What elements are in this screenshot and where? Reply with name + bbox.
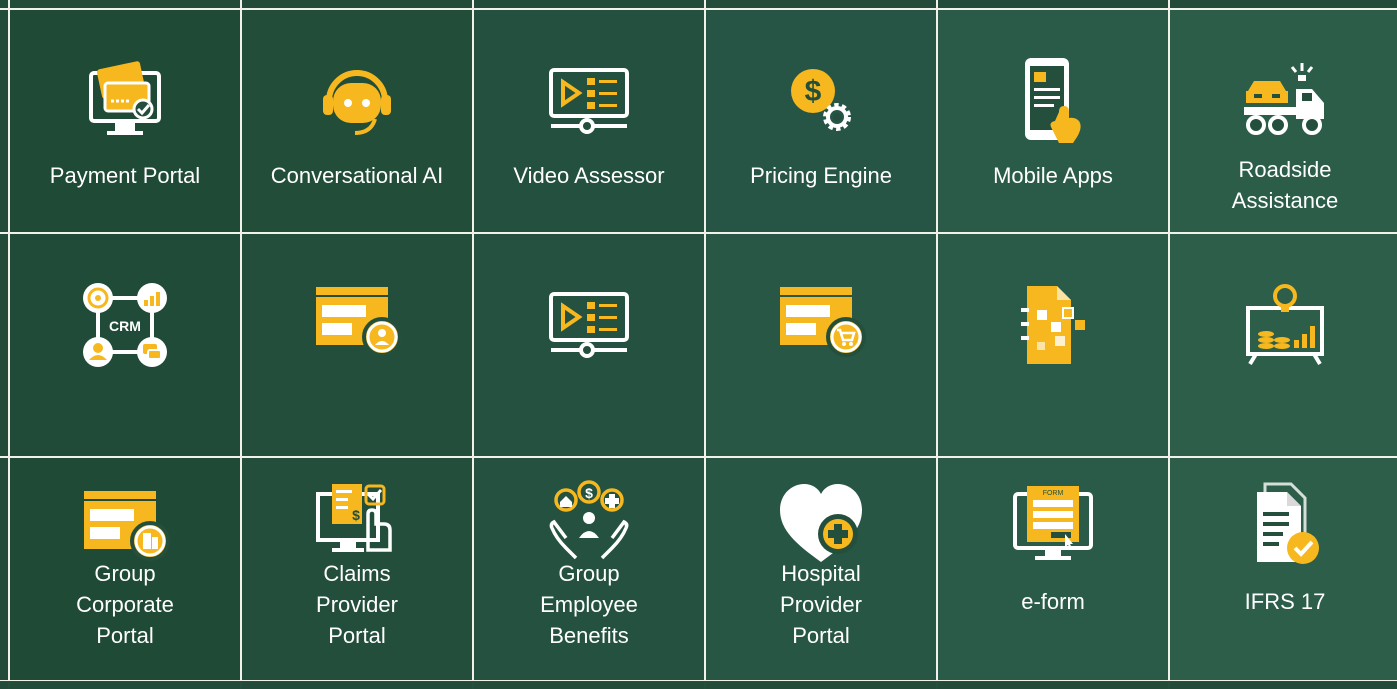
tile-label-line: Group — [558, 561, 620, 586]
tile-group-employee-benefits[interactable]: $ Group Employee Benefits — [474, 458, 704, 680]
tile-group-corporate-portal[interactable]: Group Corporate Portal — [10, 458, 240, 680]
tile-consumer-portal[interactable]: Consumer Portal — [242, 234, 472, 646]
tile-label-line: e-form — [1021, 589, 1085, 614]
ifrs17-icon — [1240, 478, 1330, 568]
tile-label-line: Hospital — [781, 561, 861, 586]
tile-e-form[interactable]: FORM e-form — [938, 458, 1168, 680]
tile-label-line: Pricing Engine — [750, 163, 892, 188]
tile-label-line: Provider — [780, 592, 862, 617]
marvel-ai-icon — [1008, 280, 1098, 370]
svg-text:FORM: FORM — [1043, 490, 1064, 497]
tile-customer-relationship[interactable]: CRM CustomerRelationship — [10, 234, 240, 662]
claims-provider-portal-icon: $ — [312, 478, 402, 568]
video-assessor-icon — [544, 56, 634, 146]
tile-mobile-apps[interactable]: Mobile Apps — [938, 10, 1168, 232]
tile-label: IFRS 17 — [1178, 586, 1392, 617]
tile-roadside-assistance[interactable]: Roadside Assistance — [1170, 10, 1397, 232]
tile-label: Mobile Apps — [946, 160, 1160, 191]
document-management-icon — [1240, 280, 1330, 370]
tile-label: Group Employee Benefits — [482, 558, 696, 651]
tile-label: Video Assessor — [482, 160, 696, 191]
tile-label-line: Roadside — [1238, 157, 1332, 182]
tile-label-line: Employee — [540, 592, 638, 617]
tile-label-line: Benefits — [549, 623, 629, 648]
hospital-provider-portal-icon — [776, 478, 866, 568]
tile-channel-portal[interactable]: Channel Portal — [474, 234, 704, 646]
tile-label: Pricing Engine — [714, 160, 928, 191]
crm-icon: CRM — [80, 280, 170, 370]
tile-customer-portal[interactable]: Customer Portal — [706, 234, 936, 646]
customer-portal-icon — [776, 280, 866, 370]
tile-label-line: Portal — [96, 623, 154, 648]
svg-text:CRM: CRM — [109, 318, 141, 334]
tile-label: Conversational AI — [250, 160, 464, 191]
payment-portal-icon — [80, 56, 170, 146]
tile-label-line: Video Assessor — [513, 163, 665, 188]
tile-label-line: Provider — [316, 592, 398, 617]
tile-payment-portal[interactable]: Payment Portal — [10, 10, 240, 232]
e-form-icon: FORM — [1008, 478, 1098, 568]
svg-text:$: $ — [352, 507, 360, 523]
tile-label-line: Mobile Apps — [993, 163, 1113, 188]
roadside-assistance-icon — [1240, 56, 1330, 146]
tile-label-line: Portal — [328, 623, 386, 648]
tile-label: Group Corporate Portal — [18, 558, 232, 651]
tile-claims-provider-portal[interactable]: $ Claims Provider Portal — [242, 458, 472, 680]
tile-label-line: Payment Portal — [49, 163, 201, 188]
product-grid: Payment Portal Conversational AI Video A… — [0, 0, 1397, 689]
tile-label-line: Claims — [323, 561, 391, 586]
mobile-apps-icon — [1008, 56, 1098, 146]
conversational-ai-icon — [312, 56, 402, 146]
tile-conversational-ai[interactable]: Conversational AI — [242, 10, 472, 232]
svg-text:$: $ — [805, 75, 822, 108]
tile-video-assessor[interactable]: Video Assessor — [474, 10, 704, 232]
tile-hospital-provider-portal[interactable]: Hospital Provider Portal — [706, 458, 936, 680]
svg-text:$: $ — [585, 485, 593, 501]
tile-label-line: Conversational AI — [270, 163, 444, 188]
group-employee-benefits-icon: $ — [544, 478, 634, 568]
tile-label-line: Assistance — [1231, 188, 1339, 213]
tile-pricing-engine[interactable]: $ Pricing Engine — [706, 10, 936, 232]
tile-ifrs17[interactable]: IFRS 17 — [1170, 458, 1397, 680]
pricing-engine-icon: $ — [776, 56, 866, 146]
tile-marvel-ai[interactable]: MARVEL.ai — [938, 234, 1168, 646]
tile-label-line: IFRS 17 — [1244, 589, 1326, 614]
tile-label-line: Portal — [792, 623, 850, 648]
tile-label: Hospital Provider Portal — [714, 558, 928, 651]
channel-portal-icon — [544, 280, 634, 370]
tile-label-line: Corporate — [76, 592, 174, 617]
tile-label: Roadside Assistance — [1178, 154, 1392, 216]
tile-label: e-form — [946, 586, 1160, 617]
consumer-portal-icon — [312, 280, 402, 370]
tile-label: Claims Provider Portal — [250, 558, 464, 651]
tile-label-line: Group — [94, 561, 156, 586]
tile-label: Payment Portal — [18, 160, 232, 191]
tile-document-management[interactable]: DocumentManagement — [1170, 234, 1397, 662]
